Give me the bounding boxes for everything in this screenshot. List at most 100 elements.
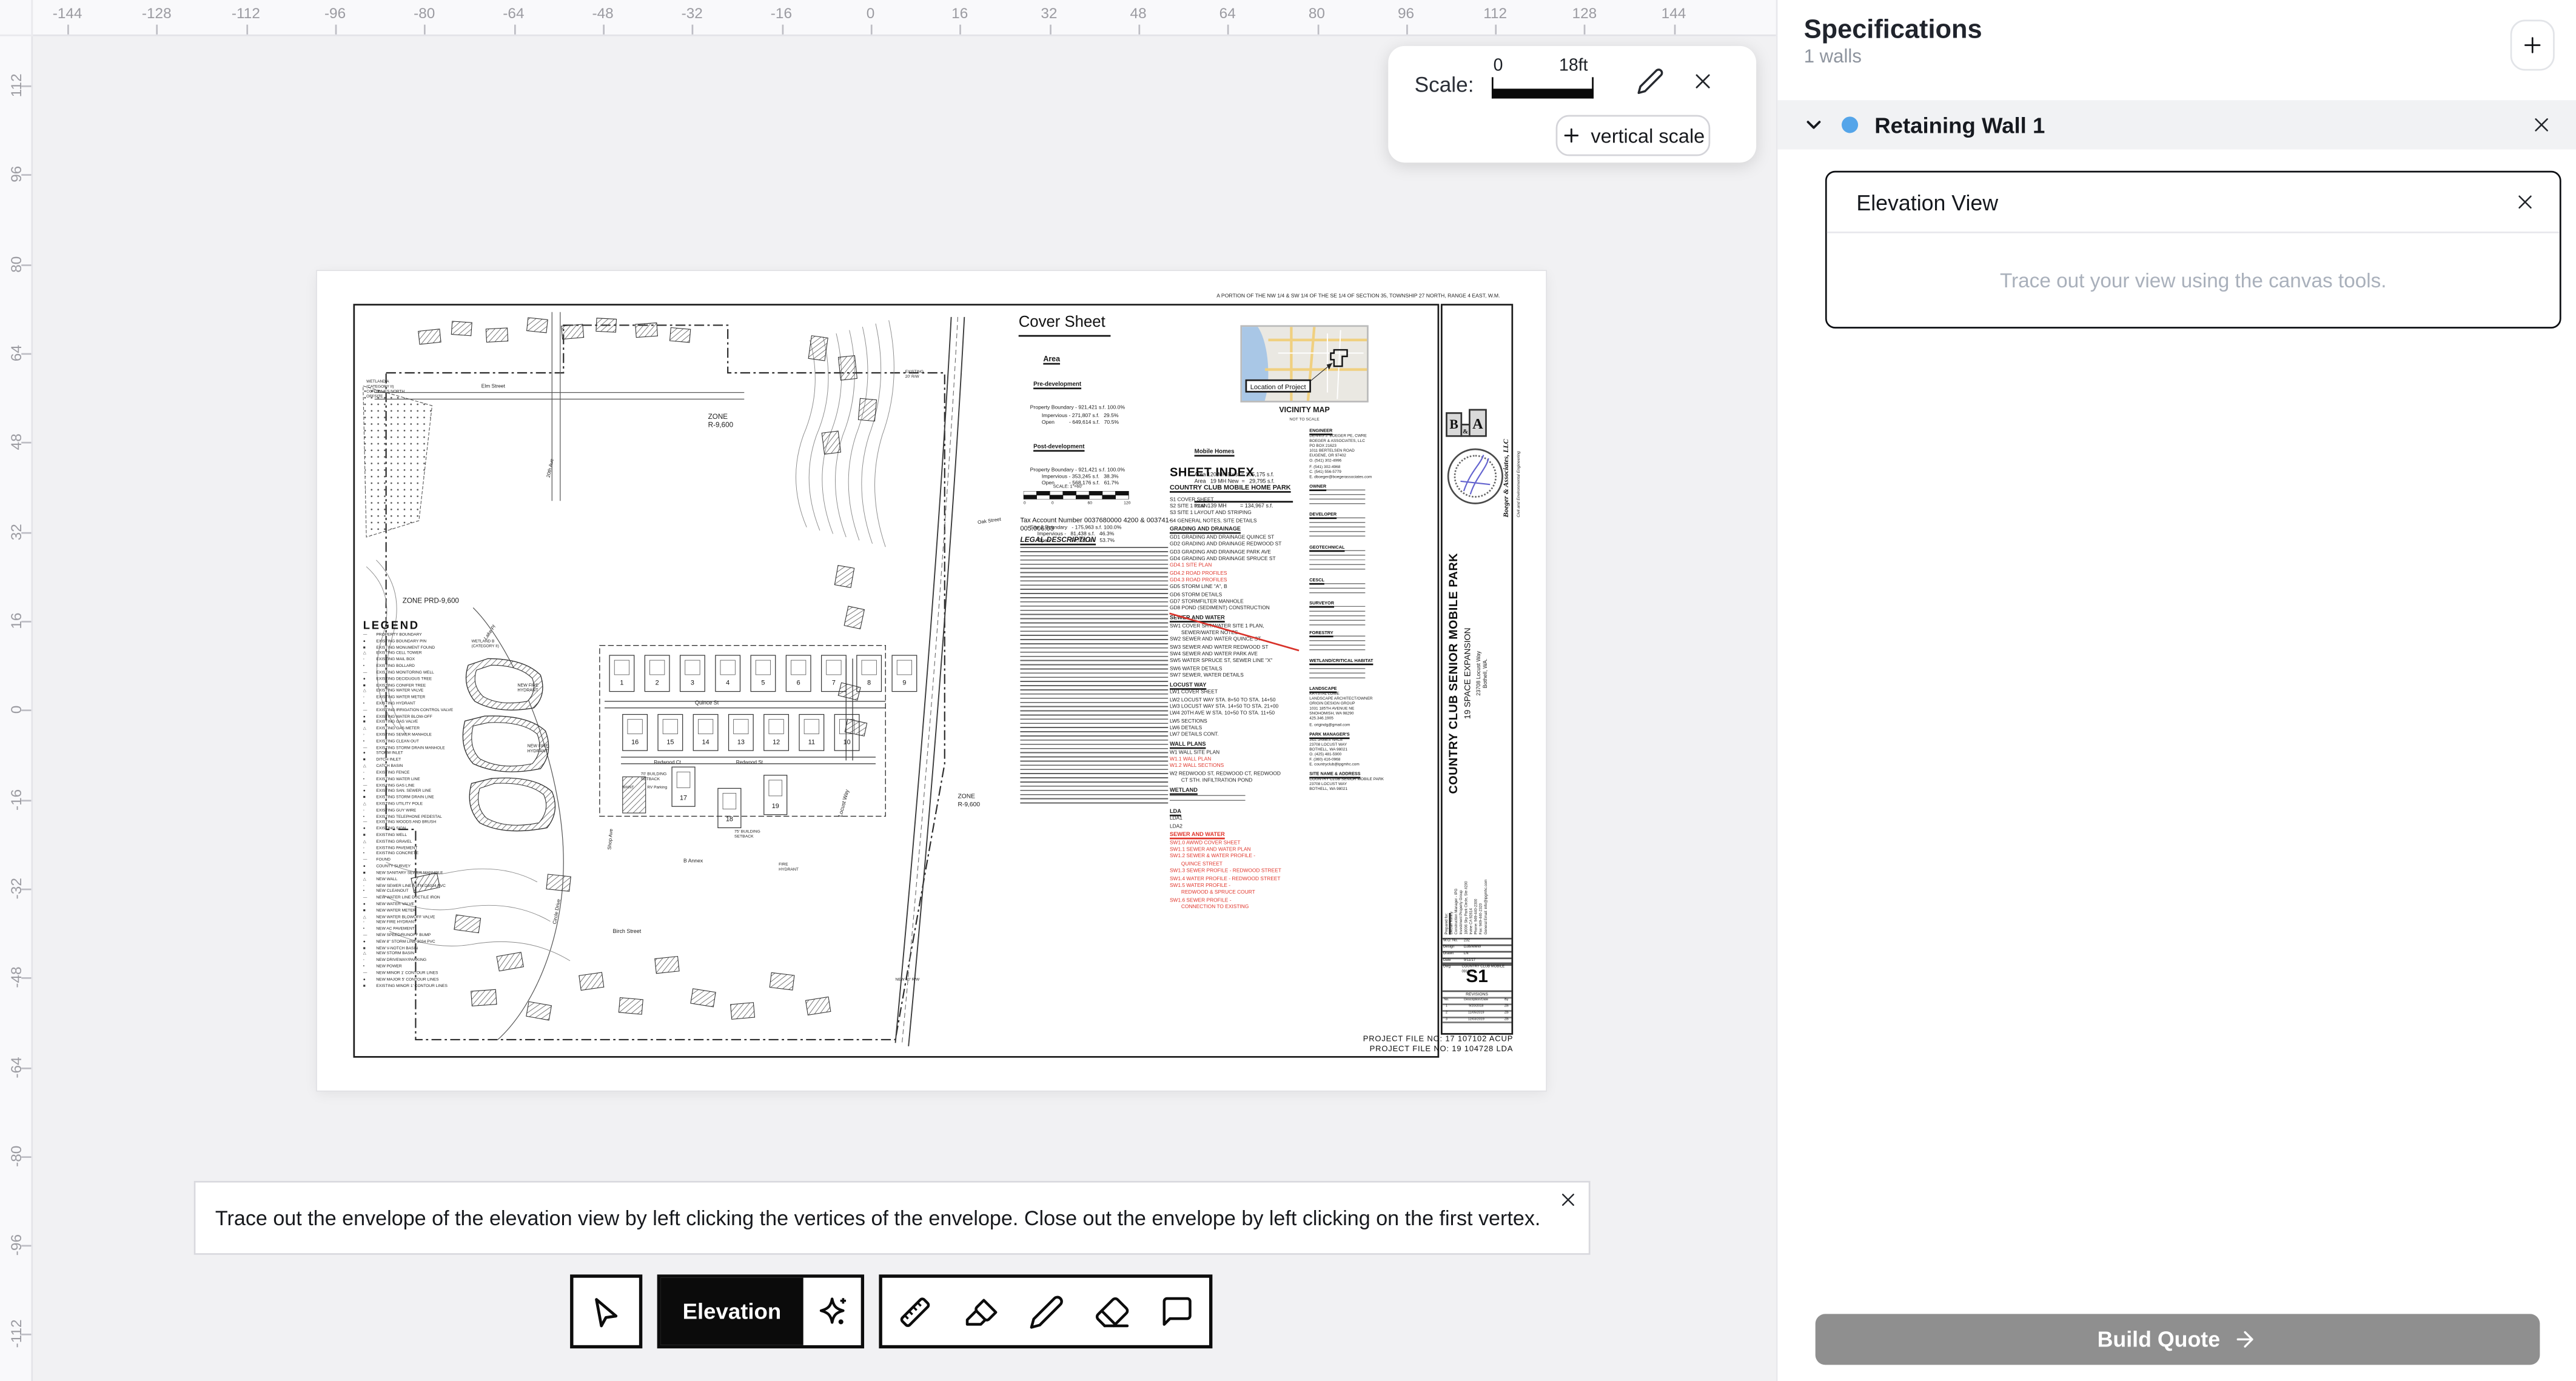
sparkles-icon <box>813 1292 851 1330</box>
close-icon <box>2514 190 2537 213</box>
contact-block: SURVEYOR <box>1309 602 1437 625</box>
sheet-index-item: GD1 GRADING AND DRAINAGE QUINCE ST <box>1170 533 1298 541</box>
sheet-index-item: GD3 GRADING AND DRAINAGE PARK AVE <box>1170 548 1298 555</box>
legend-item: ■EXISTING MINOR 1' CONTOUR LINES <box>363 983 531 989</box>
legend-item: •EXISTING CONCRETE <box>363 852 531 858</box>
wall-row[interactable]: Retaining Wall 1 <box>1777 100 2576 149</box>
svg-text:12: 12 <box>773 738 780 746</box>
legend-item: ◦EXISTING FENCE <box>363 770 531 776</box>
edit-scale-button[interactable] <box>1636 67 1664 104</box>
arrow-right-icon <box>2233 1327 2258 1352</box>
legend-item: ●EXISTING SIGN <box>363 826 531 832</box>
sheet-index-item: SEWER AND WATER <box>1170 832 1298 839</box>
ruler-h-label: 64 <box>1199 5 1255 21</box>
firm-tagline: Civil and Environmental Engineering <box>1517 307 1521 518</box>
svg-text:3: 3 <box>691 680 694 687</box>
comment-tool-button[interactable] <box>1160 1294 1195 1329</box>
legend-item: ●NEW 8" STORM LINE 3034 PVC <box>363 939 531 945</box>
legend-item: ■EXISTING CONIFER TREE <box>363 683 531 689</box>
document-sheet: A PORTION OF THE NW 1/4 & SW 1/4 OF THE … <box>317 271 1546 1091</box>
svg-text:13: 13 <box>737 738 745 746</box>
wall-name: Retaining Wall 1 <box>1874 113 2045 138</box>
build-quote-button[interactable]: Build Quote <box>1816 1314 2540 1365</box>
zone-label-right: ZONE R-9,600 <box>958 794 980 810</box>
elevation-view-title: Elevation View <box>1856 190 1998 215</box>
remove-scale-button[interactable] <box>1691 69 1716 102</box>
sheet-index-item: GD7 STORMFILTER MANHOLE <box>1170 598 1298 605</box>
ruler-h-label: -128 <box>129 5 184 21</box>
wall-color-dot <box>1842 116 1858 133</box>
scale-widget: Scale: 0 18ft vertical scale <box>1388 46 1756 162</box>
legend-item: △EXISTING UTILITY POLE <box>363 801 531 808</box>
ruler-h-label: 128 <box>1557 5 1612 21</box>
legend-item: ◦EXISTING WATER METER <box>363 695 531 701</box>
plus-icon <box>1561 125 1583 146</box>
legend-item: —PROPERTY BOUNDARY <box>363 632 531 638</box>
contact-block: GEOTECHNICAL <box>1309 546 1437 573</box>
eraser-tool-button[interactable] <box>1094 1293 1130 1329</box>
walls-count: 1 walls <box>1804 48 1862 68</box>
scale-label: Scale: <box>1415 72 1474 97</box>
sheet-index-item: LW5 SECTIONS <box>1170 717 1298 724</box>
add-vertical-scale-button[interactable]: vertical scale <box>1556 115 1711 156</box>
ruler-h-label: 112 <box>1467 5 1523 21</box>
contact-block: PARK MANAGER'SJILL JAMES NACE23708 LOCUS… <box>1309 732 1437 767</box>
map-label-setback-70: 70' BUILDING SETBACK <box>641 772 667 781</box>
sheet-index-item: LW6 DETAILS <box>1170 724 1298 732</box>
svg-text:8: 8 <box>867 680 871 687</box>
pencil-tool-button[interactable] <box>1028 1293 1065 1329</box>
add-wall-button[interactable] <box>2511 20 2555 71</box>
legend-item: ◦NEW DRIVEWAY/PARKING <box>363 958 531 964</box>
sheet-index-item: LW1 COVER SHEET <box>1170 689 1298 696</box>
contact-block: OWNER <box>1309 484 1437 507</box>
sheet-index-item: LDA2 <box>1170 822 1298 829</box>
delete-wall-button[interactable] <box>2530 113 2553 136</box>
sheet-index-item: GD6 STORM DETAILS <box>1170 590 1298 598</box>
sheet-index-item: CONNECTION TO EXISTING <box>1170 903 1298 911</box>
ruler-h-label: 144 <box>1646 5 1702 21</box>
sheet-index-subheading: COUNTRY CLUB MOBILE HOME PARK <box>1170 483 1298 492</box>
svg-text:6: 6 <box>797 680 800 687</box>
drawing-canvas[interactable]: A PORTION OF THE NW 1/4 & SW 1/4 OF THE … <box>0 0 1776 1381</box>
svg-text:2: 2 <box>656 680 659 687</box>
sheet-index-item: SW2 SEWER AND WATER QUINCE ST <box>1170 636 1298 643</box>
sheet-index-item: SW1.1 SEWER AND WATER PLAN <box>1170 846 1298 854</box>
legend-item: ●NEW WATER VALVE <box>363 901 531 908</box>
map-label-existing-rw: EXISTING 20' R/W <box>905 370 924 380</box>
area-heading: Area <box>1043 356 1125 363</box>
ai-assist-button[interactable] <box>803 1278 861 1345</box>
sheet-index-item: LW2 LOCUST WAY STA. 8+50 TO STA. 14+50 <box>1170 696 1298 703</box>
close-elevation-view-button[interactable] <box>2514 190 2537 218</box>
svg-text:17: 17 <box>680 794 687 801</box>
sheet-index-item: GD5 STORM LINE "A", B <box>1170 583 1298 590</box>
legend-item: △EXISTING CELL TOWER <box>363 651 531 657</box>
contact-block: WETLAND/CRITICAL HABITAT <box>1309 658 1437 681</box>
area-post-heading: Post-development <box>1033 443 1125 450</box>
elevation-tool-button[interactable]: Elevation <box>660 1278 803 1345</box>
vicinity-caption: VICINITY MAP <box>1240 406 1368 414</box>
sheet-index-item: LW3 LOCUST WAY STA. 14+50 TO STA. 21+00 <box>1170 703 1298 710</box>
location-of-project-label: Location of Project <box>1246 380 1311 392</box>
highlighter-tool-button[interactable] <box>963 1293 999 1329</box>
legend-item: ◦EXISTING GUY WIRE <box>363 808 531 814</box>
svg-text:11: 11 <box>808 738 815 746</box>
ruler-h-label: 32 <box>1021 5 1077 21</box>
sheet-index-item: GD4.1 SITE PLAN <box>1170 562 1298 569</box>
sheet-index-item: SW1.6 SEWER PROFILE - <box>1170 896 1298 903</box>
street-label-redwood-ct: Redwood Ct <box>654 759 681 766</box>
close-icon <box>2530 113 2553 136</box>
legend-item: ■EXISTING WELL <box>363 833 531 839</box>
project-title: COUNTRY CLUB SENIOR MOBILE PARK <box>1446 553 1460 794</box>
legend-item: △EXISTING GRAVEL <box>363 839 531 845</box>
measure-tool-button[interactable] <box>897 1293 933 1329</box>
svg-text:5: 5 <box>761 680 765 687</box>
pencil-icon <box>1028 1293 1065 1329</box>
contact-block: DEVELOPER <box>1309 512 1437 540</box>
sheet-index-item: S1 COVER SHEET <box>1170 495 1298 503</box>
legal-description-heading: LEGAL DESCRIPTION <box>1020 535 1096 544</box>
instruction-close-button[interactable] <box>1557 1189 1578 1219</box>
ruler-h-label: -96 <box>307 5 363 21</box>
legend-item: —NEW SPEED/RUNOFF BUMP <box>363 933 531 939</box>
sheet-index-item: S4 GENERAL NOTES, SITE DETAILS <box>1170 517 1298 524</box>
select-tool-button[interactable] <box>570 1274 642 1348</box>
